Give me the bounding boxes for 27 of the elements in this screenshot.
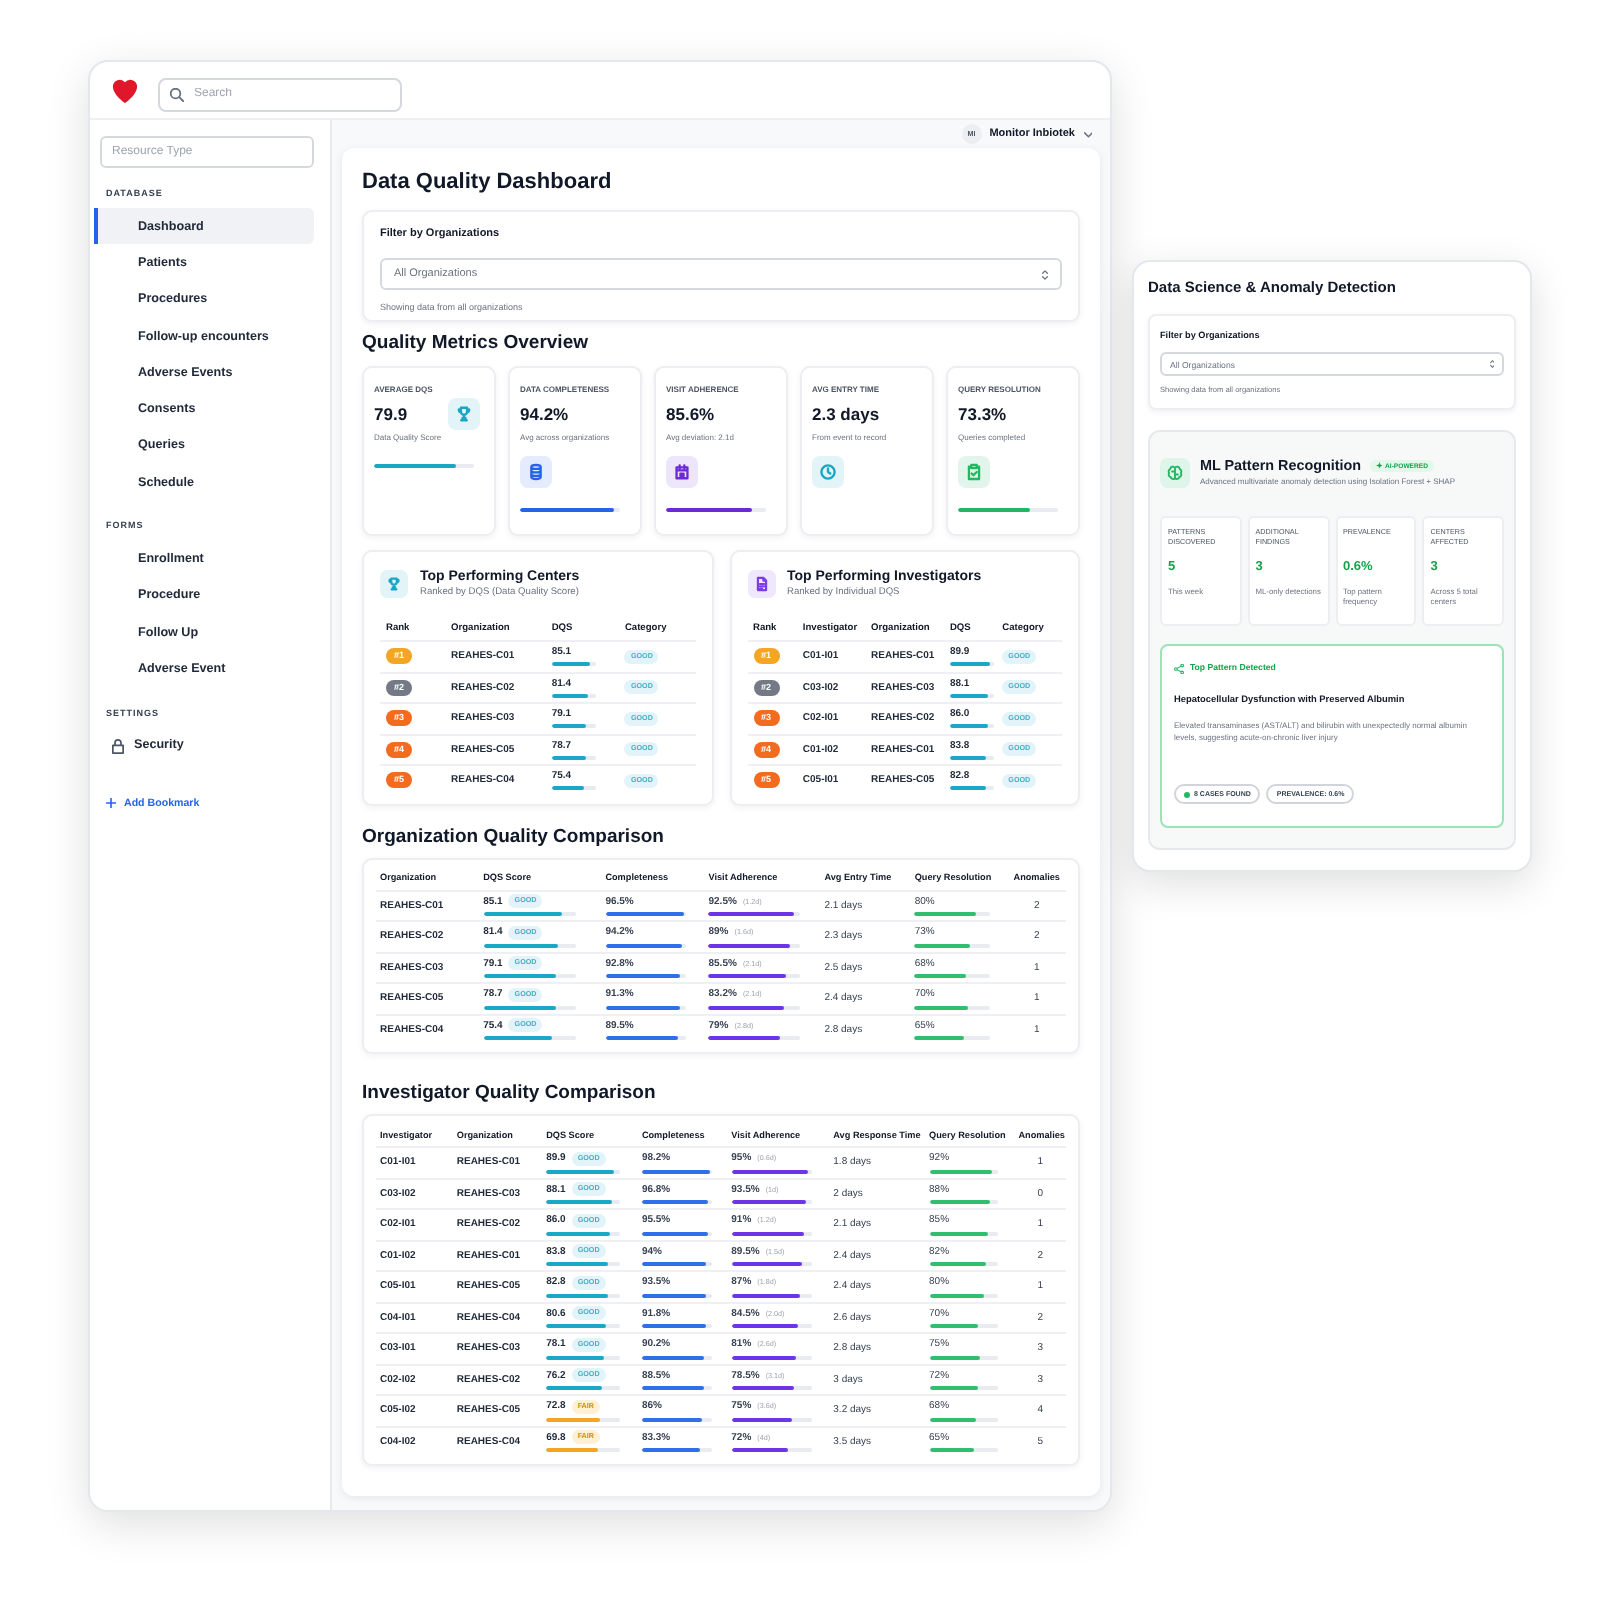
select-arrows-icon <box>1489 360 1494 368</box>
section-heading: Quality Metrics Overview <box>362 332 588 356</box>
heart-logo-icon <box>110 76 140 104</box>
metric-value: 85.6% <box>666 404 715 426</box>
metric-value: 73.3% <box>958 404 1007 426</box>
plus-icon <box>106 798 116 809</box>
metric-value: 2.3 days <box>812 404 880 426</box>
metric-value: 79.9 <box>374 404 408 426</box>
brain-icon <box>1160 457 1190 487</box>
trophy-icon <box>447 398 480 430</box>
sparkle-icon <box>1375 461 1383 469</box>
section-heading: Investigator Quality Comparison <box>362 1082 656 1106</box>
select-arrows-icon <box>1042 269 1048 279</box>
calendar-icon <box>666 456 698 488</box>
section-heading: Organization Quality Comparison <box>362 825 664 849</box>
clipboard-check-icon <box>958 456 990 488</box>
search-icon <box>170 87 184 101</box>
nodes-icon <box>1174 663 1184 673</box>
status-dot-icon <box>1184 791 1190 797</box>
database-icon <box>520 456 552 488</box>
page-title: Data Quality Dashboard <box>362 168 612 196</box>
chevron-down-icon <box>1083 131 1092 137</box>
metric-value: 94.2% <box>520 404 569 426</box>
trophy-icon <box>380 570 408 598</box>
clock-icon <box>812 456 844 488</box>
lock-icon <box>112 737 124 754</box>
document-icon <box>747 570 775 598</box>
